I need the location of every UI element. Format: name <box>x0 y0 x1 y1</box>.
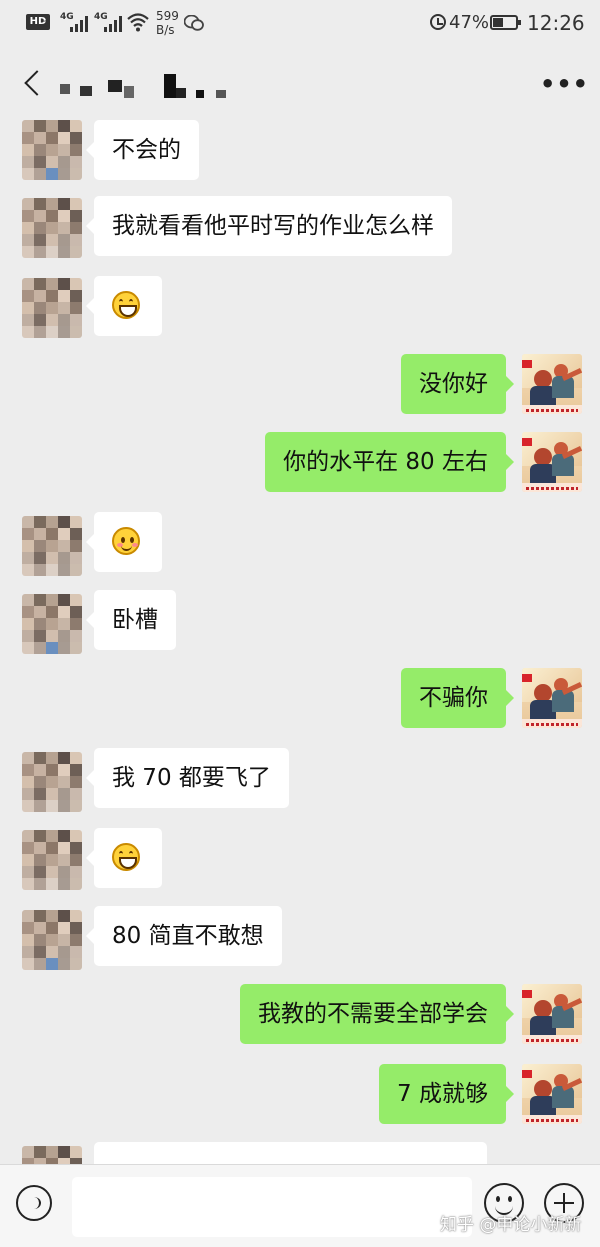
chat-title-redacted <box>60 74 250 98</box>
message-bubble-outgoing[interactable]: 7 成就够 <box>379 1064 514 1124</box>
contact-avatar[interactable] <box>22 594 82 654</box>
contact-avatar[interactable] <box>22 752 82 812</box>
my-avatar[interactable] <box>522 1064 582 1124</box>
message-text: 不会的 <box>112 137 181 163</box>
message-bubble-incoming[interactable]: 我就看看他平时写的作业怎么样 <box>86 196 452 256</box>
message-text: 不骗你 <box>419 685 488 711</box>
wechat-notification-icon <box>184 15 204 31</box>
wechat-chat-screen: HD 2 4G 4G 599 B/s 47% 12:26 ••• 不会的 我就看… <box>0 0 600 1247</box>
grin-emoji-icon <box>112 842 140 871</box>
message-text: 7 成就够 <box>397 1081 488 1107</box>
message-bubble-incoming[interactable] <box>86 276 162 336</box>
more-options-button[interactable]: ••• <box>540 70 589 98</box>
my-avatar[interactable] <box>522 354 582 414</box>
message-bubble-outgoing[interactable]: 你的水平在 80 左右 <box>265 432 514 492</box>
message-text: 没你好 <box>419 371 488 397</box>
message-text: 你的水平在 80 左右 <box>283 449 488 475</box>
alarm-icon <box>430 14 446 30</box>
status-time: 12:26 <box>527 11 585 35</box>
speed-unit: B/s <box>156 23 175 37</box>
message-bubble-outgoing[interactable]: 不骗你 <box>401 668 514 728</box>
message-bubble-incoming[interactable]: 我 70 都要飞了 <box>86 748 289 808</box>
contact-avatar[interactable] <box>22 910 82 970</box>
message-bubble-outgoing[interactable]: 没你好 <box>401 354 514 414</box>
contact-avatar[interactable] <box>22 198 82 258</box>
battery-level-fill <box>493 18 503 27</box>
message-bubble-incoming[interactable]: 80 简直不敢想 <box>86 906 282 966</box>
back-button[interactable] <box>20 66 50 100</box>
message-bubble-incoming[interactable] <box>86 512 162 572</box>
message-text: 我教的不需要全部学会 <box>258 1001 488 1027</box>
message-bubble-incoming[interactable] <box>86 828 162 888</box>
message-bubble-incoming[interactable]: 不会的 <box>86 120 199 180</box>
battery-percent: 47% <box>449 12 490 33</box>
message-bubble-incoming[interactable]: 卧槽 <box>86 590 176 650</box>
hd-sub-label: 2 <box>43 20 49 30</box>
my-avatar[interactable] <box>522 984 582 1044</box>
network-speed: 599 B/s <box>156 9 179 37</box>
battery-icon <box>490 15 521 30</box>
status-bar: HD 2 4G 4G 599 B/s 47% 12:26 <box>0 0 600 46</box>
my-avatar[interactable] <box>522 432 582 492</box>
zhihu-watermark: 知乎 @申论小新新 <box>440 1215 582 1235</box>
message-bubble-incoming[interactable] <box>94 1142 487 1164</box>
contact-avatar[interactable] <box>22 830 82 890</box>
message-input[interactable] <box>72 1177 472 1237</box>
contact-avatar[interactable] <box>22 120 82 180</box>
grin-emoji-icon <box>112 290 140 319</box>
contact-avatar[interactable] <box>22 278 82 338</box>
contact-avatar[interactable] <box>22 1146 82 1164</box>
wifi-icon <box>127 13 149 32</box>
message-text: 80 简直不敢想 <box>112 923 264 949</box>
smile-emoji-icon <box>112 526 140 555</box>
voice-input-button[interactable] <box>16 1185 52 1221</box>
message-text: 我就看看他平时写的作业怎么样 <box>112 213 434 239</box>
message-text: 我 70 都要飞了 <box>112 765 271 791</box>
chat-header: ••• <box>0 46 600 120</box>
message-list[interactable]: 不会的 我就看看他平时写的作业怎么样 没你好 你的水平在 80 左右 卧槽 不骗… <box>0 120 600 1164</box>
my-avatar[interactable] <box>522 668 582 728</box>
contact-avatar[interactable] <box>22 516 82 576</box>
message-text: 卧槽 <box>112 607 158 633</box>
speed-value: 599 <box>156 9 179 23</box>
message-bubble-outgoing[interactable]: 我教的不需要全部学会 <box>240 984 514 1044</box>
